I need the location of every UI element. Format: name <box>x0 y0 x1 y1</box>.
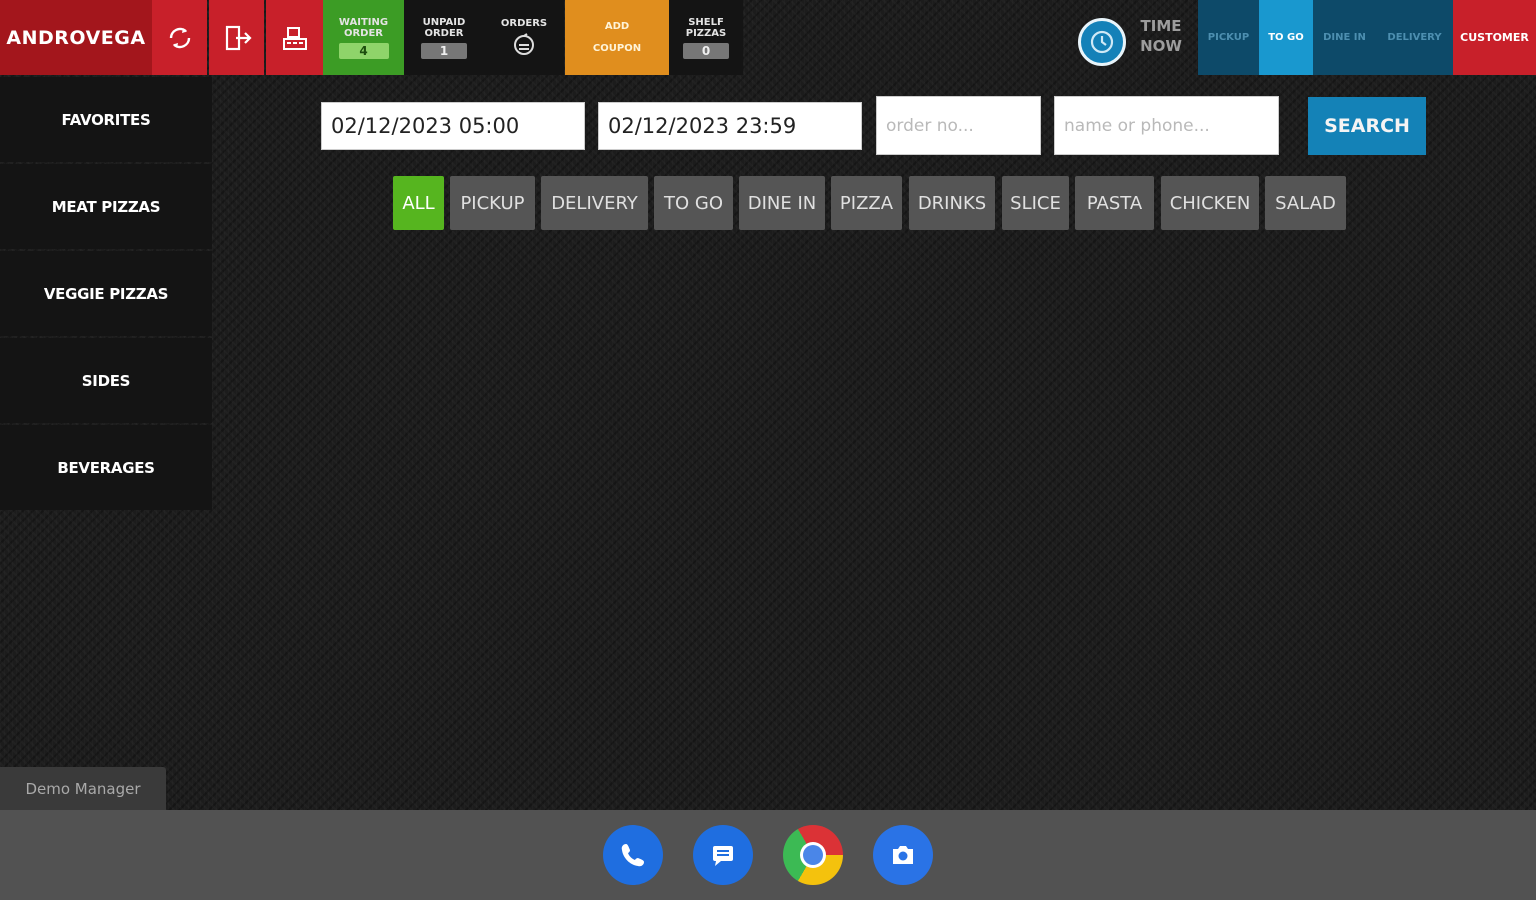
date-to-field[interactable] <box>598 102 862 150</box>
order-type-to-go[interactable]: TO GO <box>1259 0 1313 75</box>
orders-label: ORDERS <box>500 17 548 29</box>
unpaid-order-count: 1 <box>421 42 467 59</box>
filter-chip-chicken[interactable]: CHICKEN <box>1161 176 1259 230</box>
waiting-order-button[interactable]: WAITING ORDER 4 <box>323 0 404 75</box>
customer-button[interactable]: CUSTOMER <box>1453 0 1536 75</box>
exit-button[interactable] <box>209 0 264 75</box>
top-bar: ANDROVEGA WAITING ORDER 4 UNPAID ORDER 1… <box>0 0 1536 75</box>
phone-icon <box>621 844 644 867</box>
camera-icon <box>893 846 913 864</box>
filter-chip-salad[interactable]: SALAD <box>1265 176 1346 230</box>
refresh-icon <box>169 27 190 48</box>
filter-chip-drinks[interactable]: DRINKS <box>909 176 995 230</box>
phone-app-button[interactable] <box>603 825 663 885</box>
waiting-order-label: WAITING ORDER <box>338 16 389 39</box>
app-logo: ANDROVEGA <box>0 0 152 75</box>
register-icon <box>282 26 307 50</box>
filter-chip-slice[interactable]: SLICE <box>1002 176 1069 230</box>
chrome-icon <box>800 842 826 868</box>
filter-chip-delivery[interactable]: DELIVERY <box>541 176 648 230</box>
shelf-pizzas-button[interactable]: SHELF PIZZAS 0 <box>669 0 743 75</box>
waiting-order-count: 4 <box>338 42 389 59</box>
exit-icon <box>225 25 252 50</box>
messages-icon <box>713 846 733 866</box>
order-type-delivery[interactable]: DELIVERY <box>1376 0 1453 75</box>
category-sidebar: FAVORITES MEAT PIZZAS VEGGIE PIZZAS SIDE… <box>0 77 212 512</box>
filter-chip-pasta[interactable]: PASTA <box>1075 176 1154 230</box>
orders-button[interactable]: ORDERS <box>484 0 564 75</box>
filter-chip-pizza[interactable]: PIZZA <box>831 176 902 230</box>
sidebar-item-favorites[interactable]: FAVORITES <box>0 77 212 162</box>
sidebar-item-meat-pizzas[interactable]: MEAT PIZZAS <box>0 164 212 249</box>
order-type-pickup[interactable]: PICKUP <box>1198 0 1259 75</box>
search-button[interactable]: SEARCH <box>1308 97 1426 155</box>
sidebar-item-veggie-pizzas[interactable]: VEGGIE PIZZAS <box>0 251 212 336</box>
time-now-label: TIME NOW <box>1140 17 1182 55</box>
order-type-dine-in[interactable]: DINE IN <box>1313 0 1376 75</box>
shelf-pizzas-label: SHELF PIZZAS <box>685 16 727 39</box>
add-coupon-label: ADD COUPON <box>592 20 642 54</box>
filter-chip-all[interactable]: ALL <box>393 176 444 230</box>
camera-app-button[interactable] <box>873 825 933 885</box>
name-or-phone-input[interactable] <box>1054 96 1279 155</box>
filter-chip-to-go[interactable]: TO GO <box>654 176 733 230</box>
unpaid-order-label: UNPAID ORDER <box>422 16 466 39</box>
clock-button[interactable] <box>1078 18 1126 66</box>
shelf-pizzas-count: 0 <box>683 42 729 59</box>
filter-chip-dine-in[interactable]: DINE IN <box>739 176 825 230</box>
filter-chip-pickup[interactable]: PICKUP <box>450 176 535 230</box>
chrome-app-button[interactable] <box>783 825 843 885</box>
unpaid-order-button[interactable]: UNPAID ORDER 1 <box>404 0 484 75</box>
clock-icon <box>1090 30 1114 54</box>
add-coupon-button[interactable]: ADD COUPON <box>565 0 669 75</box>
date-from-field[interactable] <box>321 102 585 150</box>
order-number-input[interactable] <box>876 96 1041 155</box>
orders-icon <box>514 32 534 55</box>
logo-text: ANDROVEGA <box>6 26 146 49</box>
refresh-button[interactable] <box>152 0 207 75</box>
current-user-label: Demo Manager <box>0 767 166 811</box>
sidebar-item-beverages[interactable]: BEVERAGES <box>0 425 212 510</box>
register-button[interactable] <box>266 0 323 75</box>
sidebar-item-sides[interactable]: SIDES <box>0 338 212 423</box>
messages-app-button[interactable] <box>693 825 753 885</box>
system-taskbar <box>0 810 1536 900</box>
